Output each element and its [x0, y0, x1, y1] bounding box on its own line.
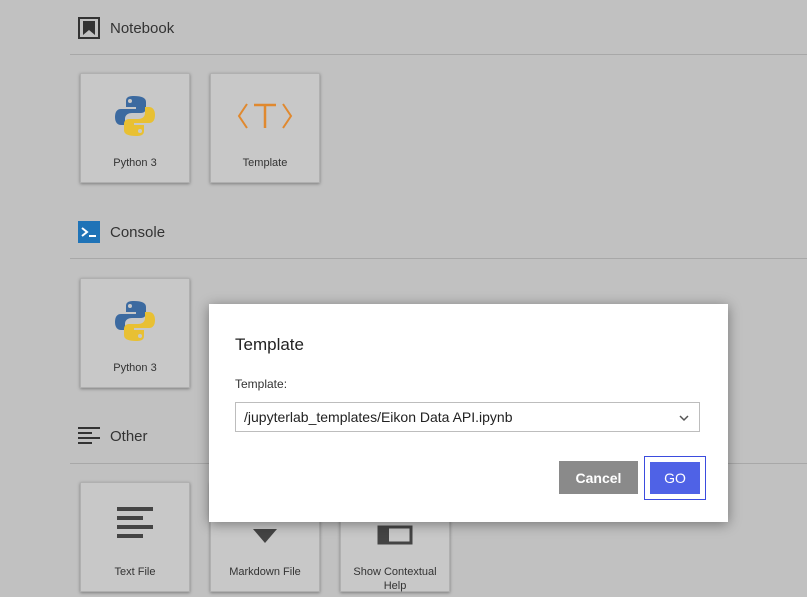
template-field-label: Template:: [235, 377, 288, 391]
template-select-value: /jupyterlab_templates/Eikon Data API.ipy…: [244, 409, 513, 425]
template-select[interactable]: /jupyterlab_templates/Eikon Data API.ipy…: [235, 402, 700, 432]
go-button[interactable]: GO: [650, 462, 700, 494]
template-dialog: Template Template: /jupyterlab_templates…: [209, 304, 728, 522]
chevron-down-icon: [679, 415, 689, 422]
cancel-button[interactable]: Cancel: [559, 461, 638, 494]
dialog-title: Template: [235, 335, 304, 354]
